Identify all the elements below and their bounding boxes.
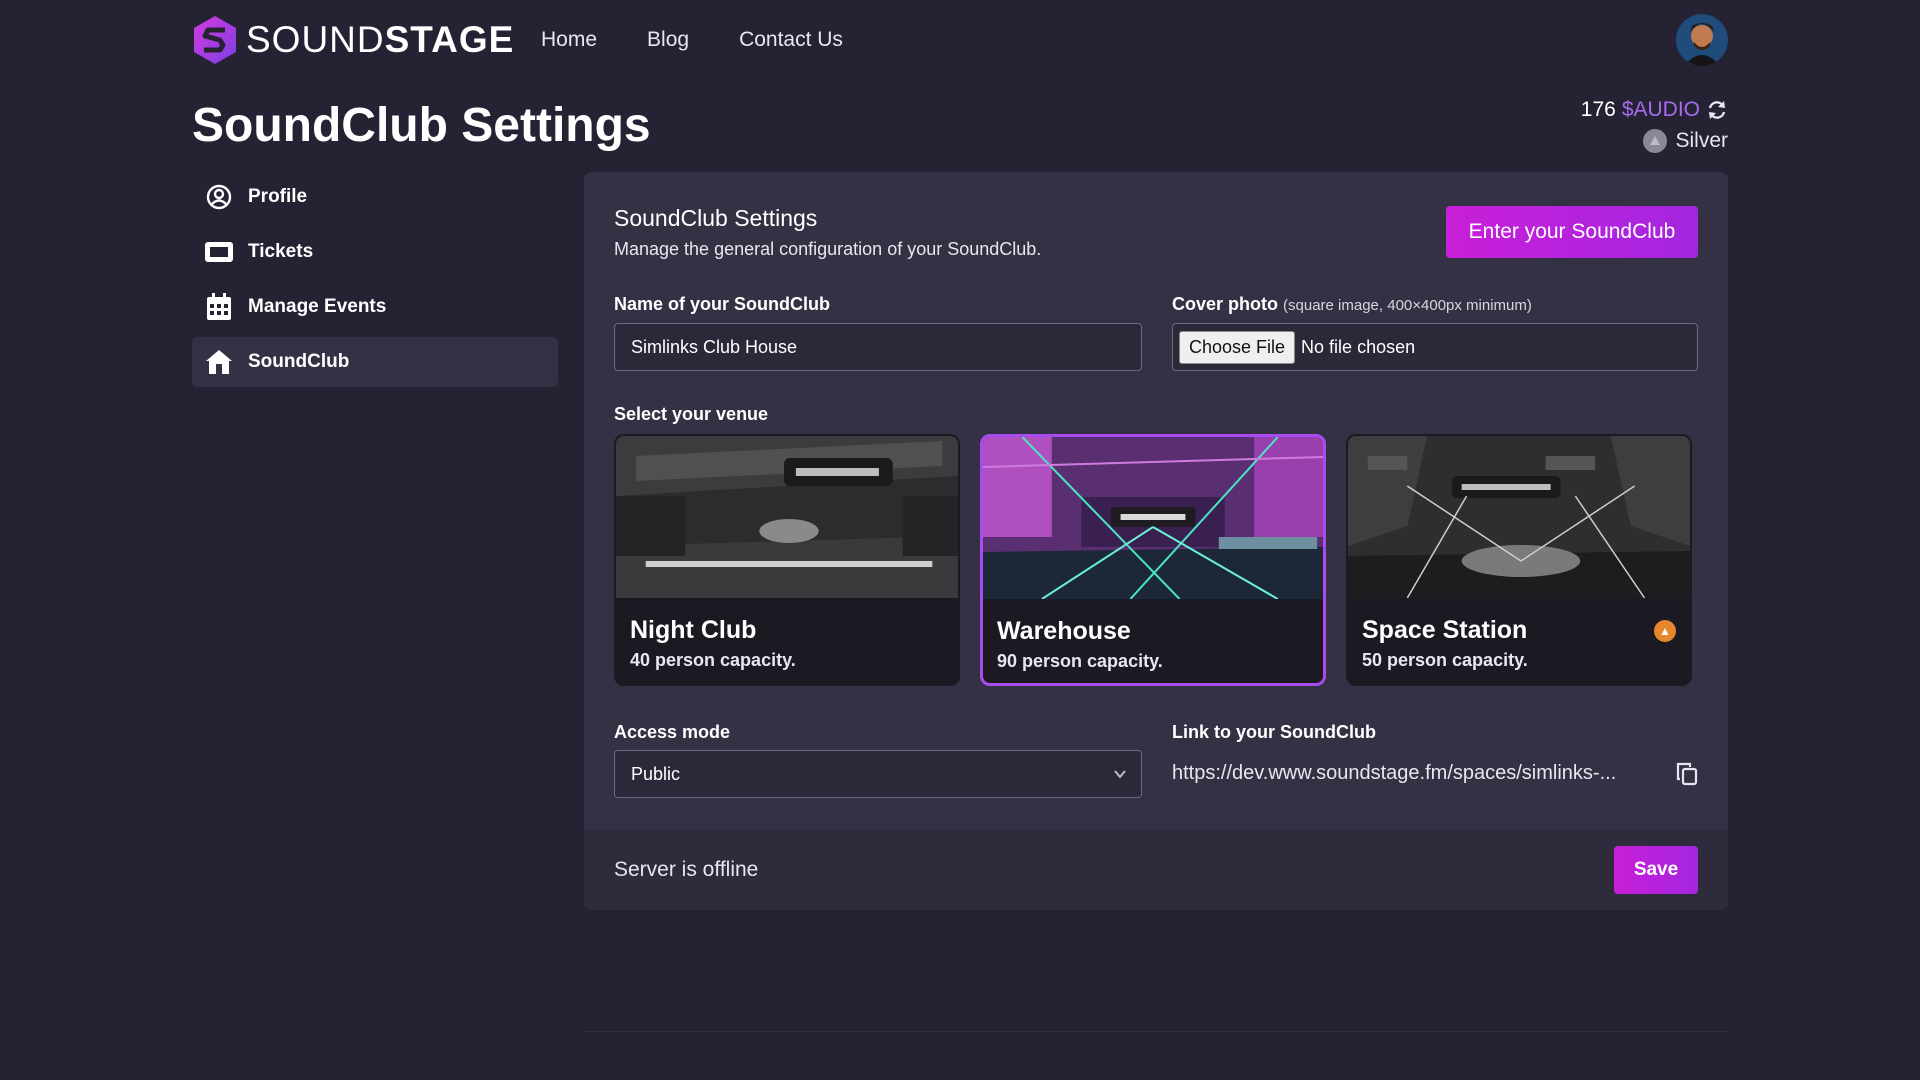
sidebar-item-label: Profile <box>248 186 308 207</box>
venue-capacity: 40 person capacity. <box>630 650 796 670</box>
balance-amount: 176 <box>1580 98 1616 121</box>
access-mode-label: Access mode <box>614 722 731 742</box>
venue-label: Select your venue <box>614 404 769 424</box>
brand-wordmark: SOUNDSTAGE <box>246 19 514 61</box>
premium-lock-icon: ▲ <box>1654 620 1676 642</box>
nav-blog-link[interactable]: Blog <box>647 28 689 52</box>
sidebar-item-label: Tickets <box>248 241 314 262</box>
soundclub-link[interactable]: https://dev.www.soundstage.fm/spaces/sim… <box>1172 762 1616 785</box>
night-club-preview-image <box>616 436 958 598</box>
brand-logo[interactable]: SOUNDSTAGE <box>192 14 514 66</box>
balance-token: $AUDIO <box>1621 98 1700 121</box>
no-file-text: No file chosen <box>1301 336 1416 357</box>
tier-label: Silver <box>1675 129 1728 152</box>
settings-sidebar: Profile Tickets Manage Events SoundClub <box>192 172 558 392</box>
page-title: SoundClub Settings <box>192 99 651 152</box>
top-navigation: SOUNDSTAGE Home Blog Contact Us <box>192 12 1728 70</box>
avatar-portrait-icon <box>1676 14 1728 66</box>
calendar-icon <box>204 292 234 322</box>
save-button[interactable]: Save <box>1614 846 1698 894</box>
ticket-icon <box>204 237 234 267</box>
warehouse-preview-image <box>983 437 1323 599</box>
brand-text-b: STAGE <box>384 19 515 60</box>
venue-card-night-club[interactable]: Night Club 40 person capacity. <box>614 434 960 686</box>
venue-name: Warehouse <box>997 617 1131 645</box>
venue-card-warehouse[interactable]: Warehouse 90 person capacity. <box>980 434 1326 686</box>
user-avatar[interactable] <box>1676 14 1728 66</box>
venue-name: Space Station <box>1362 616 1528 644</box>
enter-soundclub-button[interactable]: Enter your SoundClub <box>1446 206 1698 258</box>
silver-medal-icon <box>1643 129 1668 153</box>
venue-name: Night Club <box>630 616 757 644</box>
venue-card-space-station[interactable]: Space Station 50 person capacity. ▲ <box>1346 434 1692 686</box>
cover-photo-file-input[interactable]: Choose File No file chosen <box>1172 323 1698 371</box>
refresh-icon[interactable] <box>1706 99 1728 121</box>
nav-links: Home Blog Contact Us <box>541 28 843 52</box>
access-mode-value: Public <box>631 763 681 784</box>
brand-text-a: SOUND <box>246 19 385 60</box>
soundclub-name-input[interactable]: Simlinks Club House <box>614 323 1142 371</box>
name-label: Name of your SoundClub <box>614 294 830 314</box>
choose-file-button[interactable]: Choose File <box>1179 330 1296 364</box>
soundstage-logo-icon <box>194 16 236 64</box>
settings-panel: SoundClub Settings Manage the general co… <box>584 172 1728 910</box>
footer-divider <box>584 1031 1728 1032</box>
panel-title: SoundClub Settings <box>614 205 818 231</box>
tier-badge-row: Silver <box>1643 129 1728 153</box>
venue-capacity: 90 person capacity. <box>997 651 1163 671</box>
link-label: Link to your SoundClub <box>1172 722 1376 742</box>
cover-photo-label: Cover photo (square image, 400×400px min… <box>1172 294 1532 315</box>
token-balance: 176 $AUDIO <box>1581 98 1728 122</box>
venue-capacity: 50 person capacity. <box>1362 650 1528 670</box>
sidebar-item-label: Manage Events <box>248 296 387 317</box>
sidebar-item-manage-events[interactable]: Manage Events <box>192 282 558 332</box>
panel-subtitle: Manage the general configuration of your… <box>614 239 1042 259</box>
panel-footer: Server is offline Save <box>584 830 1728 910</box>
chevron-down-icon <box>1114 770 1126 779</box>
nav-home-link[interactable]: Home <box>541 28 597 52</box>
space-station-preview-image <box>1348 436 1690 598</box>
user-circle-icon <box>204 182 234 212</box>
sidebar-item-label: SoundClub <box>248 351 350 372</box>
sidebar-item-profile[interactable]: Profile <box>192 172 558 222</box>
server-status-text: Server is offline <box>614 858 759 881</box>
house-icon <box>204 347 234 377</box>
cover-hint-text: (square image, 400×400px minimum) <box>1283 297 1532 314</box>
nav-contact-link[interactable]: Contact Us <box>739 28 843 52</box>
access-mode-select[interactable]: Public <box>614 750 1142 798</box>
sidebar-item-tickets[interactable]: Tickets <box>192 227 558 277</box>
cover-label-text: Cover photo <box>1172 294 1278 314</box>
sidebar-item-soundclub[interactable]: SoundClub <box>192 337 558 387</box>
copy-icon[interactable] <box>1676 762 1698 786</box>
